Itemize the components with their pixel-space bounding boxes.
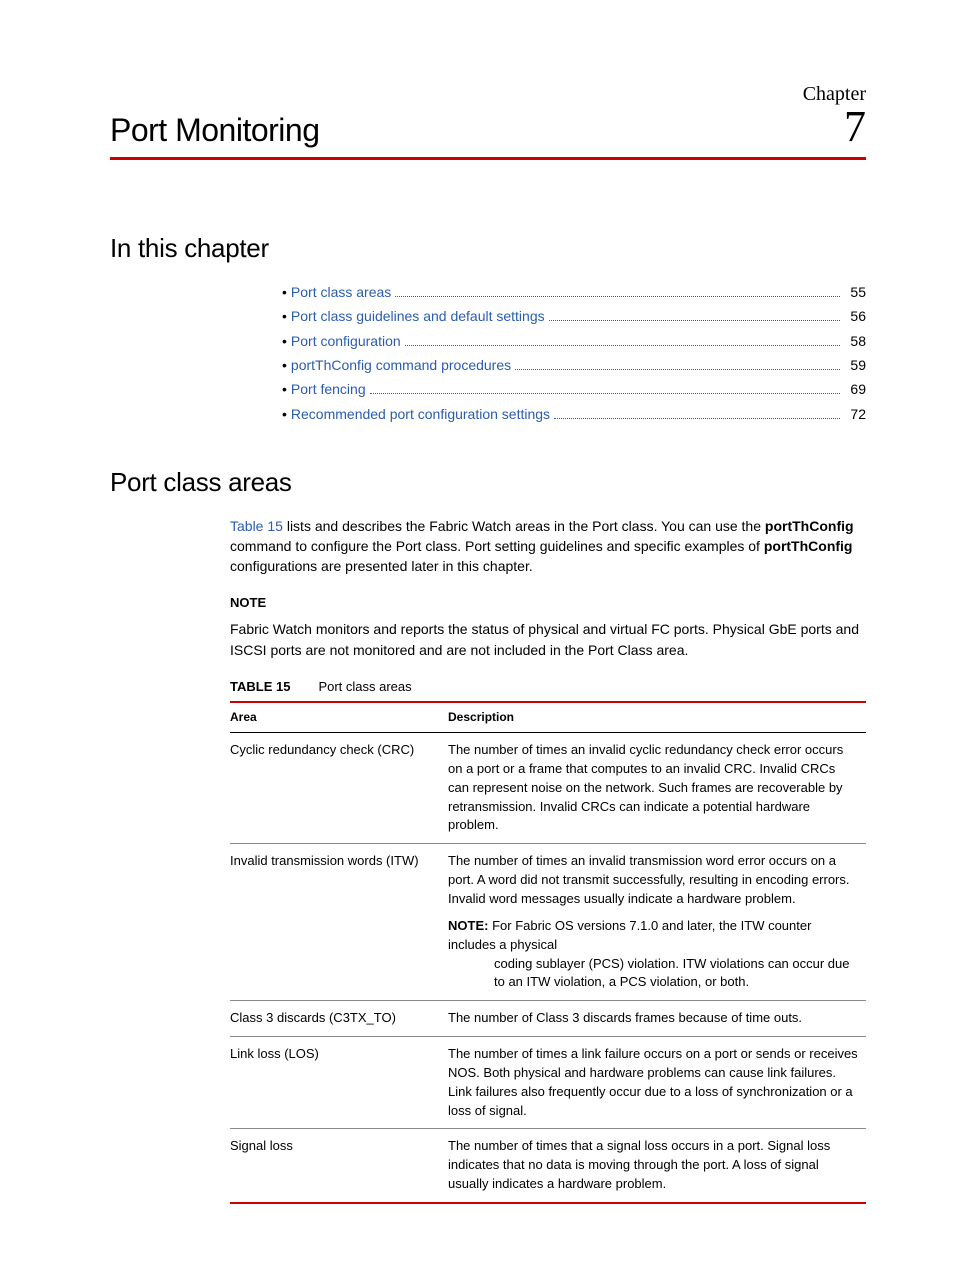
bullet-icon: • bbox=[282, 306, 287, 326]
chapter-title: Port Monitoring bbox=[110, 107, 319, 153]
toc-leader bbox=[554, 418, 840, 419]
toc-leader bbox=[549, 320, 840, 321]
cell-desc: The number of times that a signal loss o… bbox=[448, 1129, 866, 1203]
toc-item[interactable]: • Port class guidelines and default sett… bbox=[282, 306, 866, 326]
bullet-icon: • bbox=[282, 379, 287, 399]
table-row: Cyclic redundancy check (CRC) The number… bbox=[230, 733, 866, 844]
toc-page: 55 bbox=[844, 282, 866, 302]
command-name: portThConfig bbox=[764, 538, 853, 554]
cell-desc-text: The number of times an invalid transmiss… bbox=[448, 853, 850, 906]
cell-note-text: For Fabric OS versions 7.1.0 and later, … bbox=[448, 918, 811, 952]
cell-note: NOTE: For Fabric OS versions 7.1.0 and l… bbox=[448, 917, 858, 992]
note-body: Fabric Watch monitors and reports the st… bbox=[230, 619, 866, 660]
toc-item[interactable]: • portThConfig command procedures 59 bbox=[282, 355, 866, 375]
command-name: portThConfig bbox=[765, 518, 854, 534]
toc-link[interactable]: Port configuration bbox=[291, 331, 401, 351]
toc-link[interactable]: portThConfig command procedures bbox=[291, 355, 511, 375]
cell-desc: The number of times a link failure occur… bbox=[448, 1037, 866, 1129]
page: Chapter Port Monitoring 7 In this chapte… bbox=[0, 0, 954, 1264]
toc-leader bbox=[405, 345, 840, 346]
bullet-icon: • bbox=[282, 355, 287, 375]
toc-leader bbox=[515, 369, 840, 370]
cell-area: Cyclic redundancy check (CRC) bbox=[230, 733, 448, 844]
bullet-icon: • bbox=[282, 404, 287, 424]
toc-page: 72 bbox=[844, 404, 866, 424]
cell-area: Signal loss bbox=[230, 1129, 448, 1203]
bullet-icon: • bbox=[282, 331, 287, 351]
toc-link[interactable]: Port class areas bbox=[291, 282, 391, 302]
toc-link[interactable]: Port class guidelines and default settin… bbox=[291, 306, 545, 326]
toc-item[interactable]: • Port fencing 69 bbox=[282, 379, 866, 399]
toc-item[interactable]: • Port configuration 58 bbox=[282, 331, 866, 351]
chapter-header: Port Monitoring 7 bbox=[110, 105, 866, 160]
table-row: Signal loss The number of times that a s… bbox=[230, 1129, 866, 1203]
cell-area: Invalid transmission words (ITW) bbox=[230, 844, 448, 1001]
intro-text: lists and describes the Fabric Watch are… bbox=[283, 518, 765, 534]
table-header-row: Area Description bbox=[230, 702, 866, 733]
table-row: Class 3 discards (C3TX_TO) The number of… bbox=[230, 1001, 866, 1037]
cell-desc: The number of times an invalid transmiss… bbox=[448, 844, 866, 1001]
cell-area: Class 3 discards (C3TX_TO) bbox=[230, 1001, 448, 1037]
toc-leader bbox=[370, 393, 840, 394]
intro-text: configurations are presented later in th… bbox=[230, 558, 533, 574]
section-heading: Port class areas bbox=[110, 464, 866, 502]
note-heading: NOTE bbox=[230, 594, 866, 613]
cell-area: Link loss (LOS) bbox=[230, 1037, 448, 1129]
toc-page: 59 bbox=[844, 355, 866, 375]
toc-link[interactable]: Port fencing bbox=[291, 379, 366, 399]
intro-paragraph: Table 15 lists and describes the Fabric … bbox=[230, 516, 866, 577]
col-header-desc: Description bbox=[448, 702, 866, 733]
intro-text: command to configure the Port class. Por… bbox=[230, 538, 764, 554]
col-header-area: Area bbox=[230, 702, 448, 733]
cell-note-label: NOTE: bbox=[448, 918, 488, 933]
toc-item[interactable]: • Recommended port configuration setting… bbox=[282, 404, 866, 424]
table-row: Link loss (LOS) The number of times a li… bbox=[230, 1037, 866, 1129]
toc-page: 58 bbox=[844, 331, 866, 351]
toc-leader bbox=[395, 296, 840, 297]
toc-page: 56 bbox=[844, 306, 866, 326]
cell-desc: The number of times an invalid cyclic re… bbox=[448, 733, 866, 844]
chapter-number: 7 bbox=[844, 105, 866, 149]
toc-heading: In this chapter bbox=[110, 230, 866, 268]
section-body: Table 15 lists and describes the Fabric … bbox=[230, 516, 866, 1204]
port-class-table: Area Description Cyclic redundancy check… bbox=[230, 701, 866, 1204]
table-row: Invalid transmission words (ITW) The num… bbox=[230, 844, 866, 1001]
bullet-icon: • bbox=[282, 282, 287, 302]
table-caption: TABLE 15 Port class areas bbox=[230, 678, 866, 697]
table-caption-text: Port class areas bbox=[318, 679, 411, 694]
table-ref-link[interactable]: Table 15 bbox=[230, 518, 283, 534]
toc-link[interactable]: Recommended port configuration settings bbox=[291, 404, 550, 424]
toc-item[interactable]: • Port class areas 55 bbox=[282, 282, 866, 302]
cell-desc: The number of Class 3 discards frames be… bbox=[448, 1001, 866, 1037]
cell-note-text: coding sublayer (PCS) violation. ITW vio… bbox=[494, 955, 858, 993]
table-label: TABLE 15 bbox=[230, 679, 290, 694]
toc-page: 69 bbox=[844, 379, 866, 399]
toc-list: • Port class areas 55 • Port class guide… bbox=[282, 282, 866, 424]
